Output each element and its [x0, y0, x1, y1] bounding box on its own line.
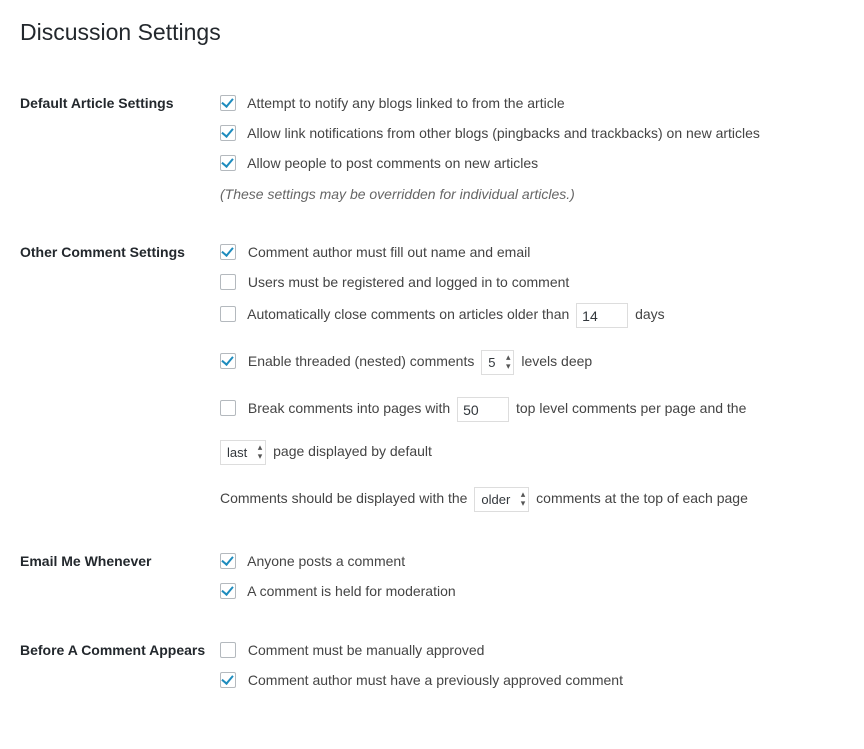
option-label: Users must be registered and logged in t…: [248, 274, 569, 290]
checkbox-require-registered[interactable]: [220, 274, 236, 290]
option-prev-approved[interactable]: Comment author must have a previously ap…: [220, 671, 834, 689]
checkbox-paged[interactable]: [220, 400, 236, 416]
option-auto-close: Automatically close comments on articles…: [220, 303, 834, 328]
section-heading-before-appears: Before A Comment Appears: [20, 621, 220, 709]
section-heading-label: Email Me Whenever: [20, 553, 152, 569]
threaded-levels-select[interactable]: 5 ▴▾: [481, 350, 514, 375]
option-threaded: Enable threaded (nested) comments 5 ▴▾ l…: [220, 350, 834, 375]
option-label: Attempt to notify any blogs linked to fr…: [247, 95, 565, 111]
checkbox-auto-close[interactable]: [220, 306, 236, 322]
option-allow-comments[interactable]: Allow people to post comments on new art…: [220, 154, 834, 172]
checkbox-require-name-email[interactable]: [220, 244, 236, 260]
option-allow-pingbacks[interactable]: Allow link notifications from other blog…: [220, 124, 834, 142]
option-label: Anyone posts a comment: [247, 553, 405, 569]
section-heading-email-me: Email Me Whenever: [20, 532, 220, 620]
option-label: page displayed by default: [273, 443, 432, 459]
checkbox-prev-approved[interactable]: [220, 672, 236, 688]
section-heading-label: Default Article Settings: [20, 95, 174, 111]
select-arrows-icon: ▴▾: [258, 443, 263, 461]
page-title: Discussion Settings: [20, 10, 844, 50]
default-page-select[interactable]: last ▴▾: [220, 440, 266, 465]
option-email-held-moderation[interactable]: A comment is held for moderation: [220, 582, 834, 600]
select-arrows-icon: ▴▾: [506, 353, 511, 371]
option-label: Comment author must fill out name and em…: [248, 244, 530, 260]
option-label: levels deep: [521, 353, 592, 369]
auto-close-days-input[interactable]: [576, 303, 628, 328]
checkbox-threaded[interactable]: [220, 353, 236, 369]
option-label: Comment must be manually approved: [248, 642, 485, 658]
checkbox-email-anyone-posts[interactable]: [220, 553, 236, 569]
option-label: Comments should be displayed with the: [220, 490, 467, 506]
checkbox-email-held-moderation[interactable]: [220, 583, 236, 599]
select-value: older: [481, 492, 510, 507]
option-label: Break comments into pages with: [248, 400, 450, 416]
option-label: Allow people to post comments on new art…: [247, 155, 538, 171]
checkbox-allow-comments[interactable]: [220, 155, 236, 171]
select-value: 5: [488, 355, 495, 370]
comments-per-page-input[interactable]: [457, 397, 509, 422]
section-heading-other-comments: Other Comment Settings: [20, 223, 220, 532]
checkbox-allow-pingbacks[interactable]: [220, 125, 236, 141]
settings-table: Default Article Settings Attempt to noti…: [20, 74, 844, 709]
option-label: A comment is held for moderation: [247, 583, 456, 599]
option-label: comments at the top of each page: [536, 490, 748, 506]
comment-order-select[interactable]: older ▴▾: [474, 487, 529, 512]
option-notify-blogs[interactable]: Attempt to notify any blogs linked to fr…: [220, 94, 834, 112]
option-comment-order: Comments should be displayed with the ol…: [220, 487, 834, 512]
checkbox-notify-blogs[interactable]: [220, 95, 236, 111]
option-require-registered[interactable]: Users must be registered and logged in t…: [220, 273, 834, 291]
option-label: days: [635, 306, 665, 322]
option-label: Allow link notifications from other blog…: [247, 125, 760, 141]
option-require-name-email[interactable]: Comment author must fill out name and em…: [220, 243, 834, 261]
option-label: Enable threaded (nested) comments: [248, 353, 474, 369]
checkbox-manual-approve[interactable]: [220, 642, 236, 658]
default-article-note: (These settings may be overridden for in…: [220, 185, 834, 203]
option-label: Automatically close comments on articles…: [247, 306, 569, 322]
section-heading-default-article: Default Article Settings: [20, 74, 220, 223]
section-heading-label: Other Comment Settings: [20, 244, 185, 260]
option-paged: Break comments into pages with top level…: [220, 397, 834, 465]
option-label: top level comments per page and the: [516, 400, 746, 416]
select-arrows-icon: ▴▾: [521, 490, 526, 508]
select-value: last: [227, 445, 247, 460]
option-manual-approve[interactable]: Comment must be manually approved: [220, 641, 834, 659]
section-heading-label: Before A Comment Appears: [20, 642, 205, 658]
option-label: Comment author must have a previously ap…: [248, 672, 623, 688]
option-email-anyone-posts[interactable]: Anyone posts a comment: [220, 552, 834, 570]
